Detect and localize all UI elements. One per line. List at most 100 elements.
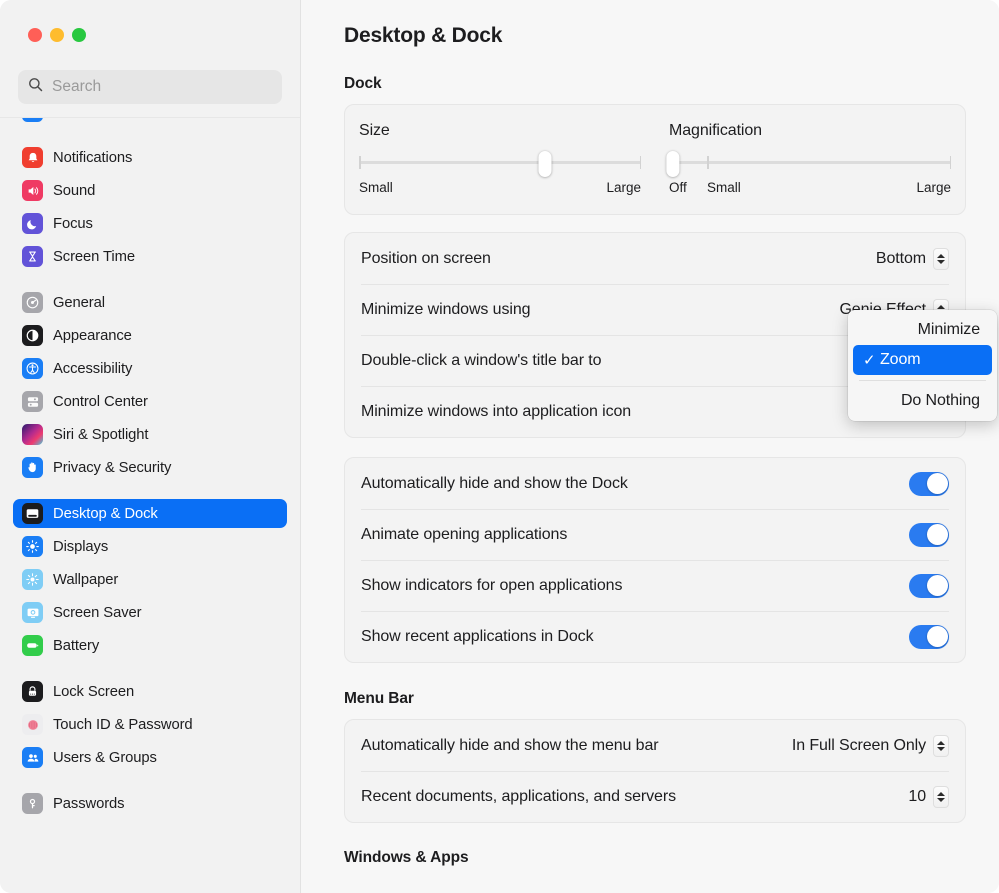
auto-hide-menu-bar-stepper[interactable] (933, 735, 949, 757)
focus-moon-icon (22, 213, 43, 234)
show-recent-apps-toggle[interactable] (909, 625, 949, 649)
slider-track (359, 161, 641, 164)
sidebar-group: Passwords (13, 789, 287, 818)
sidebar-item-label: Passwords (53, 796, 124, 812)
sidebar-item-screen-saver[interactable]: Screen Saver (13, 598, 287, 627)
screen-saver-icon (22, 602, 43, 623)
chevron-down-icon (937, 747, 945, 751)
recent-documents-stepper[interactable] (933, 786, 949, 808)
section-heading-dock: Dock (344, 75, 966, 93)
sidebar-item-wallpaper[interactable]: Wallpaper (13, 565, 287, 594)
displays-brightness-icon (22, 536, 43, 557)
slider-thumb[interactable] (539, 151, 552, 177)
row-position-on-screen[interactable]: Position on screen Bottom (345, 233, 965, 284)
row-label: Show indicators for open applications (361, 577, 622, 595)
dock-magnification-small-label: Small (707, 180, 741, 195)
row-value: Bottom (876, 250, 926, 268)
row-show-recent-apps[interactable]: Show recent applications in Dock (345, 611, 965, 662)
dock-size-slider[interactable] (359, 153, 641, 171)
sidebar-item-label: Screen Saver (53, 605, 141, 621)
sidebar-item-touch-id-password[interactable]: Touch ID & Password (13, 710, 287, 739)
notifications-bell-icon (22, 147, 43, 168)
chevron-up-icon (937, 741, 945, 745)
sidebar-group: Lock Screen Touch ID & Password Users & Gr… (13, 677, 287, 772)
slider-tick-large (950, 156, 952, 169)
dock-size-min-label: Small (359, 180, 393, 195)
popup-item-do-nothing[interactable]: Do Nothing (853, 386, 992, 416)
sound-speaker-icon (22, 180, 43, 201)
sidebar-group: Desktop & Dock Displays Wallpaper Screen Sa… (13, 499, 287, 660)
row-auto-hide-dock[interactable]: Automatically hide and show the Dock (345, 458, 965, 509)
sidebar-item-privacy-security[interactable]: Privacy & Security (13, 453, 287, 482)
sidebar-item-desktop-dock[interactable]: Desktop & Dock (13, 499, 287, 528)
dock-magnification-label: Magnification (669, 122, 951, 140)
sidebar-nav-list[interactable]: Network Notifications Sound Focus Screen Tim… (0, 117, 300, 893)
sidebar-item-lock-screen[interactable]: Lock Screen (13, 677, 287, 706)
accessibility-person-icon (22, 358, 43, 379)
sidebar-item-control-center[interactable]: Control Center (13, 387, 287, 416)
show-indicators-toggle[interactable] (909, 574, 949, 598)
passwords-key-icon (22, 793, 43, 814)
popup-item-zoom[interactable]: ✓ Zoom (853, 345, 992, 375)
sidebar-item-notifications[interactable]: Notifications (13, 143, 287, 172)
page-title: Desktop & Dock (344, 0, 966, 48)
maximize-button[interactable] (72, 28, 86, 42)
traffic-light-controls (0, 0, 300, 70)
row-auto-hide-menu-bar[interactable]: Automatically hide and show the menu bar… (345, 720, 965, 771)
dock-magnification-endlabels: Off Small Large (669, 180, 951, 200)
sidebar-item-label: Appearance (53, 328, 132, 344)
sidebar-item-sound[interactable]: Sound (13, 176, 287, 205)
chevron-up-icon (937, 305, 945, 309)
dock-size-endlabels: Small Large (359, 180, 641, 200)
sidebar-item-general[interactable]: General (13, 288, 287, 317)
sidebar-item-label: Wallpaper (53, 572, 118, 588)
sidebar-item-battery[interactable]: Battery (13, 631, 287, 660)
sidebar-item-label: Battery (53, 638, 99, 654)
sidebar-item-label: General (53, 295, 105, 311)
search-input[interactable]: Search (18, 70, 282, 104)
sidebar-item-network[interactable]: Network (13, 117, 287, 126)
search-icon (28, 77, 43, 97)
sidebar-item-focus[interactable]: Focus (13, 209, 287, 238)
slider-thumb[interactable] (666, 151, 679, 177)
desktop-dock-icon (22, 503, 43, 524)
popup-item-minimize[interactable]: Minimize (853, 315, 992, 345)
sidebar-item-appearance[interactable]: Appearance (13, 321, 287, 350)
row-animate-opening-apps[interactable]: Animate opening applications (345, 509, 965, 560)
close-button[interactable] (28, 28, 42, 42)
dock-size-max-label: Large (606, 180, 641, 195)
sidebar-group: General Appearance Accessibility Control Ce… (13, 288, 287, 482)
dock-size-label: Size (359, 122, 641, 140)
wallpaper-icon (22, 569, 43, 590)
dock-magnification-max-label: Large (916, 180, 951, 195)
auto-hide-dock-toggle[interactable] (909, 472, 949, 496)
privacy-hand-icon (22, 457, 43, 478)
popup-item-label: Minimize (918, 321, 980, 339)
dock-magnification-slider[interactable] (669, 153, 951, 171)
minimize-button[interactable] (50, 28, 64, 42)
sidebar-item-label: Desktop & Dock (53, 506, 158, 522)
sidebar-item-screen-time[interactable]: Screen Time (13, 242, 287, 271)
sidebar-item-label: Notifications (53, 150, 132, 166)
chevron-up-icon (937, 792, 945, 796)
position-on-screen-stepper[interactable] (933, 248, 949, 270)
sidebar-item-label: Network (53, 117, 107, 120)
row-label: Recent documents, applications, and serv… (361, 788, 676, 806)
checkmark-icon: ✓ (863, 351, 880, 369)
sidebar-item-passwords[interactable]: Passwords (13, 789, 287, 818)
row-show-indicators[interactable]: Show indicators for open applications (345, 560, 965, 611)
row-recent-documents[interactable]: Recent documents, applications, and serv… (345, 771, 965, 822)
row-label: Automatically hide and show the menu bar (361, 737, 659, 755)
slider-tick-max (640, 156, 642, 169)
search-container: Search (0, 70, 300, 117)
screen-time-hourglass-icon (22, 246, 43, 267)
sidebar-item-siri-spotlight[interactable]: Siri & Spotlight (13, 420, 287, 449)
sidebar-item-displays[interactable]: Displays (13, 532, 287, 561)
sidebar-item-users-groups[interactable]: Users & Groups (13, 743, 287, 772)
animate-opening-apps-toggle[interactable] (909, 523, 949, 547)
minimize-effect-popup-menu[interactable]: Minimize ✓ Zoom Do Nothing (848, 310, 997, 421)
popup-item-label: Zoom (880, 351, 921, 369)
sidebar-group: Notifications Sound Focus Screen Time (13, 143, 287, 271)
sidebar-item-accessibility[interactable]: Accessibility (13, 354, 287, 383)
sidebar-item-label: Siri & Spotlight (53, 427, 148, 443)
